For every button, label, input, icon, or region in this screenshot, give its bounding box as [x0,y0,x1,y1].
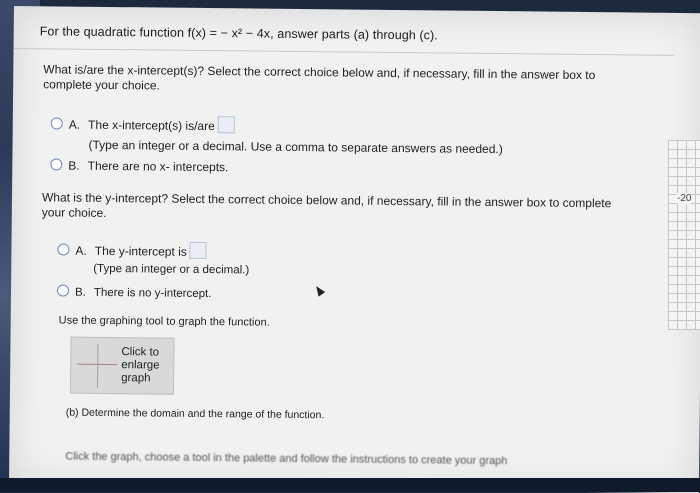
mouse-cursor-icon [312,283,326,297]
y-intercept-option-b[interactable]: B. There is no y-intercept. [56,284,212,301]
option-text: The x-intercept(s) is/are [88,117,215,134]
x-intercept-option-b[interactable]: B. There are no x- intercepts. [50,158,228,174]
part-b-question: (b) Determine the domain and the range o… [65,406,325,422]
option-letter: B. [74,286,86,299]
y-intercept-question: What is the y-intercept? Select the corr… [42,190,632,226]
x-intercept-option-a[interactable]: A. The x-intercept(s) is/are [50,114,235,134]
radio-icon[interactable] [56,284,70,297]
option-text: The y-intercept is [94,243,187,259]
radio-icon[interactable] [50,117,63,130]
option-letter: B. [68,158,80,173]
radio-icon[interactable] [57,243,70,256]
option-letter: A. [68,117,81,132]
page-title: For the quadratic function f(x) = − x² −… [39,24,438,43]
enlarge-graph-label-line-2: enlarge [121,359,160,372]
x-intercept-answer-box[interactable] [217,116,235,134]
side-graph-axis-label: -20 [677,193,692,204]
x-intercept-question: What is/are the x-intercept(s)? Select t… [43,62,643,98]
footer-instruction: Click the graph, choose a tool in the pa… [65,450,508,468]
option-text: There are no x- intercepts. [87,158,229,175]
option-text: There is no y-intercept. [93,286,212,301]
option-letter: A. [75,243,87,258]
y-intercept-question-text: What is the y-intercept? Select the corr… [41,190,612,220]
x-intercept-question-text: What is/are the x-intercept(s)? Select t… [43,62,596,93]
radio-icon[interactable] [50,158,63,171]
graph-thumbnail-axis [97,343,99,388]
y-intercept-answer-box[interactable] [189,241,207,260]
header: For the quadratic function f(x) = − x² −… [13,6,674,56]
y-intercept-option-a[interactable]: A. The y-intercept is [57,240,207,260]
side-graph-grid[interactable] [668,140,700,330]
x-intercept-hint: (Type an integer or a decimal. Use a com… [88,137,503,157]
enlarge-graph-button[interactable]: Click to enlarge graph [69,336,175,395]
graph-instruction: Use the graphing tool to graph the funct… [58,314,270,329]
screen-bezel [0,478,700,492]
enlarge-graph-label: Click to enlarge graph [121,346,160,385]
enlarge-graph-label-line-1: Click to [121,346,160,359]
question-panel: For the quadratic function f(x) = − x² −… [8,6,700,493]
y-intercept-hint: (Type an integer or a decimal.) [93,262,250,277]
enlarge-graph-label-line-3: graph [121,372,151,385]
